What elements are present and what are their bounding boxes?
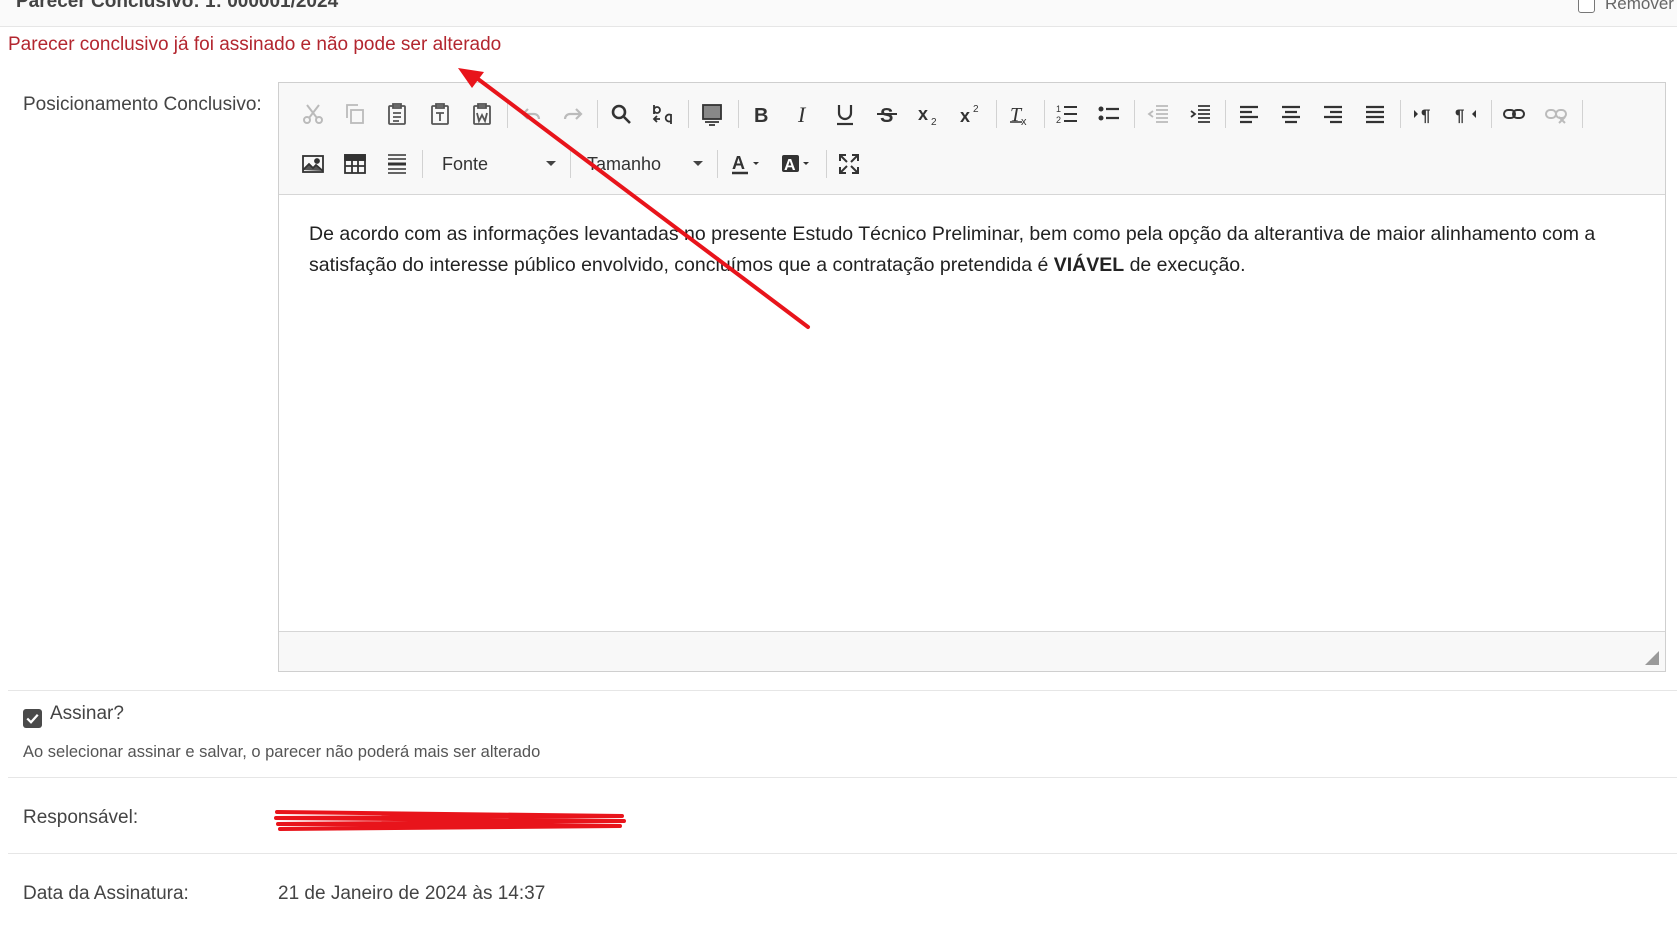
size-select-label: Tamanho [587,153,662,174]
background-color-icon[interactable]: A [776,149,816,179]
editor-statusbar [279,631,1665,671]
indent-icon[interactable] [1185,99,1215,129]
remove-checkbox[interactable] [1578,0,1595,13]
chevron-down-icon [693,161,703,166]
chevron-down-icon [546,161,556,166]
ltr-icon[interactable]: ¶ [1409,99,1439,129]
paste-word-icon[interactable] [467,99,497,129]
remove-format-icon[interactable]: Tx [1004,99,1034,129]
italic-icon[interactable]: I [788,99,818,129]
replace-icon[interactable] [648,99,678,129]
redaction-scribble [274,810,626,831]
responsible-label: Responsável: [23,807,139,828]
bulleted-list-icon[interactable] [1094,99,1124,129]
undo-icon[interactable] [516,99,546,129]
rich-text-editor[interactable]: B I S x2 x2 Tx 12 ¶ ¶ Fonte Tamanho A A … [278,82,1666,672]
content-text-start: De acordo com as informações levantadas … [309,223,1596,276]
copy-icon[interactable] [340,99,370,129]
content-text-bold: VIÁVEL [1053,254,1125,276]
redo-icon[interactable] [558,99,588,129]
svg-text:x: x [918,104,928,124]
subscript-icon[interactable]: x2 [914,99,944,129]
svg-text:I: I [797,102,807,126]
maximize-icon[interactable] [834,149,864,179]
sign-label: Assinar? [50,703,124,724]
align-center-icon[interactable] [1276,99,1306,129]
sign-checkbox[interactable] [23,709,42,728]
image-icon[interactable] [298,149,328,179]
svg-text:2: 2 [973,104,979,115]
svg-text:A: A [784,157,796,174]
editor-content[interactable]: De acordo com as informações levantadas … [309,219,1609,281]
date-value: 21 de Janeiro de 2024 às 14:37 [278,883,546,904]
align-left-icon[interactable] [1234,99,1264,129]
svg-text:2: 2 [1056,115,1061,125]
checkmark-icon [26,713,39,724]
locked-warning: Parecer conclusivo já foi assinado e não… [8,34,502,55]
svg-text:¶: ¶ [1421,106,1430,125]
content-text-end: de execução. [1124,254,1246,276]
strikethrough-icon[interactable]: S [872,99,902,129]
section-header: Parecer Conclusivo: 1: 000001/2024 Remov… [0,0,1677,27]
underline-icon[interactable] [830,99,860,129]
svg-text:x: x [960,106,970,126]
justify-icon[interactable] [1360,99,1390,129]
resize-handle-icon[interactable] [1645,651,1659,665]
size-select[interactable]: Tamanho [587,149,703,179]
paste-icon[interactable] [382,99,412,129]
horizontal-line-icon[interactable] [382,149,412,179]
sign-hint: Ao selecionar assinar e salvar, o parece… [23,743,541,761]
outdent-icon[interactable] [1143,99,1173,129]
date-label: Data da Assinatura: [23,883,189,904]
paste-text-icon[interactable] [425,99,455,129]
svg-text:1: 1 [1056,104,1061,114]
font-select[interactable]: Fonte [442,149,556,179]
text-color-icon[interactable]: A [726,149,766,179]
font-select-label: Fonte [442,153,489,174]
position-label: Posicionamento Conclusivo: [23,94,262,115]
svg-text:¶: ¶ [1455,106,1464,125]
rtl-icon[interactable]: ¶ [1451,99,1481,129]
svg-text:2: 2 [931,117,937,126]
numbered-list-icon[interactable]: 12 [1052,99,1082,129]
remove-option[interactable]: Remover [1578,0,1674,14]
cut-icon[interactable] [298,99,328,129]
svg-text:B: B [754,105,768,126]
svg-text:x: x [1021,116,1027,126]
link-icon[interactable] [1499,99,1529,129]
section-title: Parecer Conclusivo: 1: 000001/2024 [16,0,339,12]
remove-label: Remover [1605,0,1674,13]
superscript-icon[interactable]: x2 [956,99,986,129]
align-right-icon[interactable] [1318,99,1348,129]
editor-toolbar: B I S x2 x2 Tx 12 ¶ ¶ Fonte Tamanho A A [279,83,1665,195]
find-icon[interactable] [606,99,636,129]
svg-text:A: A [732,153,745,173]
bold-icon[interactable]: B [746,99,776,129]
select-all-icon[interactable] [697,99,727,129]
unlink-icon[interactable] [1541,99,1571,129]
table-icon[interactable] [340,149,370,179]
svg-text:S: S [880,105,893,126]
